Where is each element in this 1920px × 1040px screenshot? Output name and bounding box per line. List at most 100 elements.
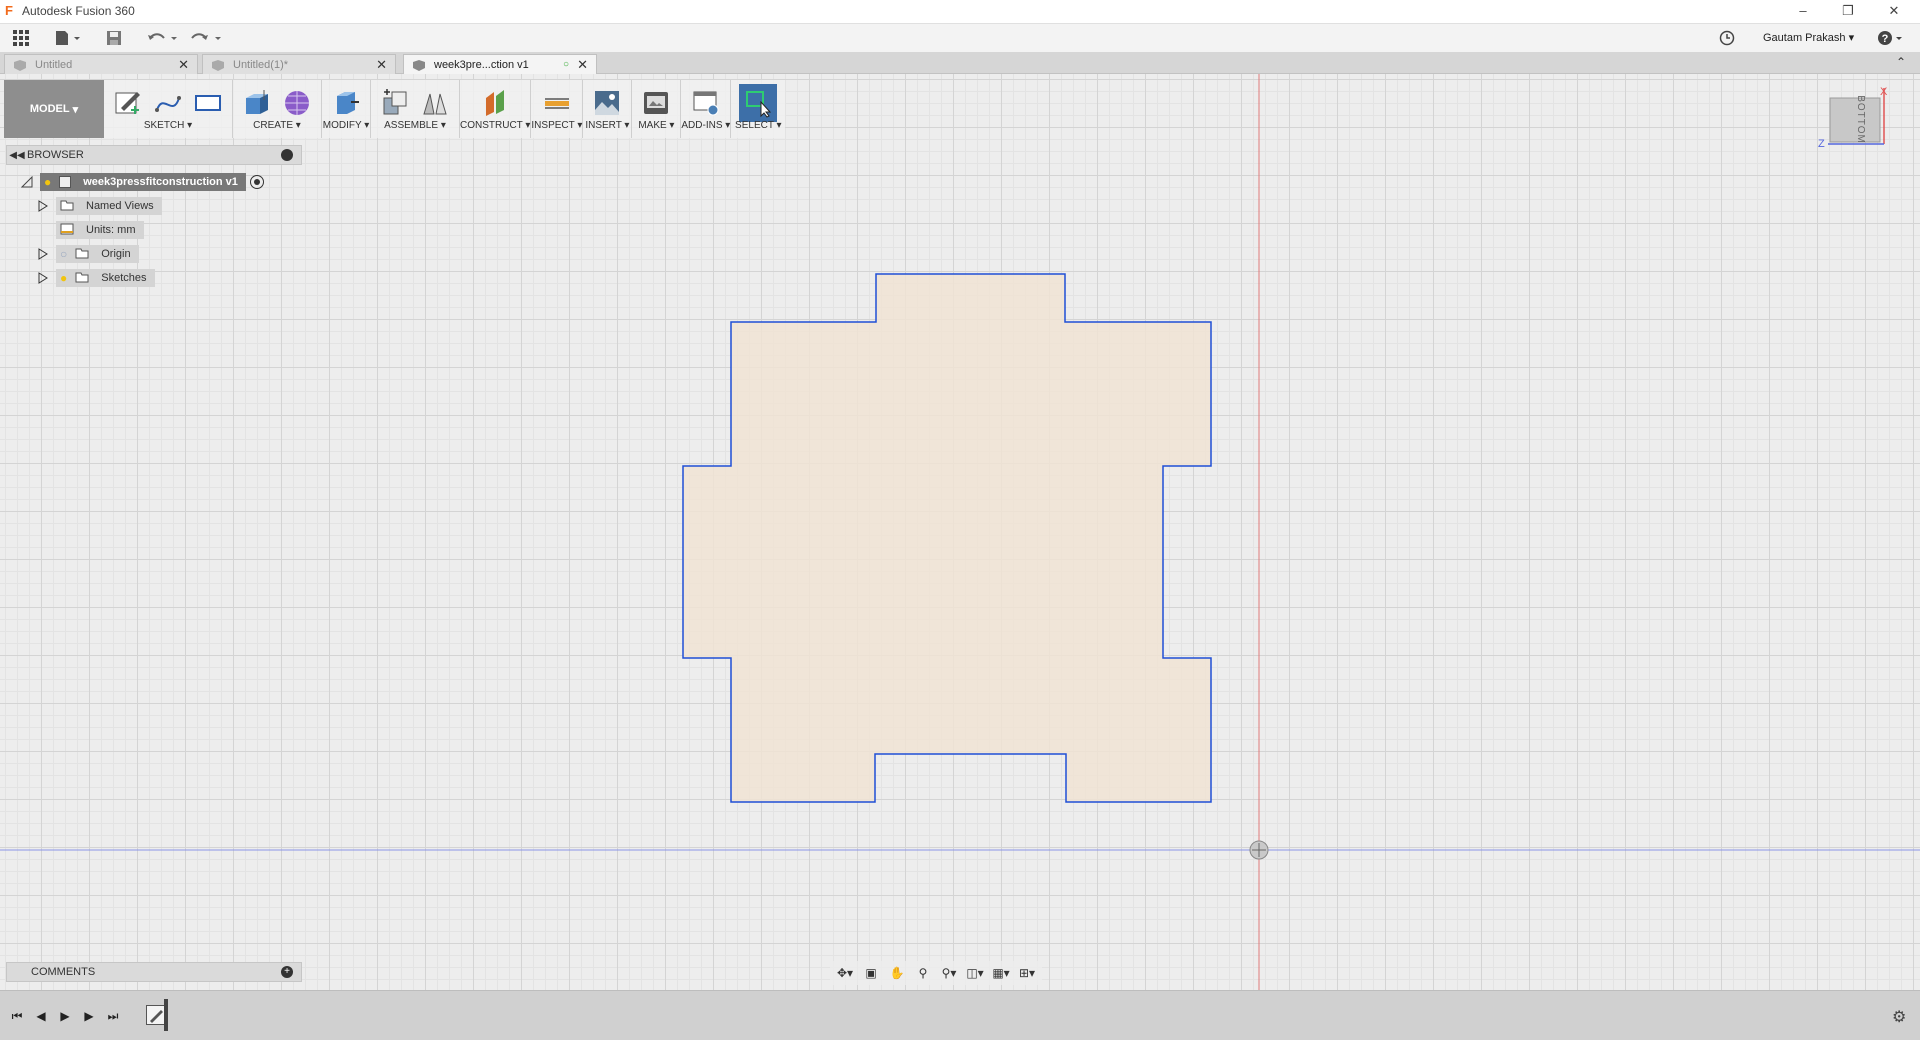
select-icon[interactable]: [739, 84, 778, 122]
go-to-end-icon[interactable]: ⏭: [104, 1008, 122, 1024]
3d-print-icon[interactable]: [640, 87, 672, 119]
visibility-bulb-icon[interactable]: ●: [44, 175, 51, 189]
view-cube[interactable]: X Z BOTTOM: [1810, 86, 1890, 168]
design-canvas[interactable]: X Z BOTTOM: [0, 74, 1920, 990]
select-menu-label[interactable]: SELECT: [735, 120, 774, 131]
form-sphere-icon[interactable]: [281, 87, 313, 119]
assemble-menu-label[interactable]: ASSEMBLE: [384, 120, 438, 131]
inspect-menu-label[interactable]: INSPECT: [531, 120, 574, 131]
visibility-bulb-icon[interactable]: ●: [60, 271, 67, 285]
sketch-menu-label[interactable]: SKETCH: [144, 120, 185, 131]
view-cube-axis-x: X: [1880, 86, 1888, 98]
step-forward-icon[interactable]: ▶: [80, 1008, 98, 1024]
browser-item-named-views[interactable]: Named Views: [36, 197, 162, 215]
insert-group: INSERT ▾: [583, 80, 633, 138]
create-menu-label[interactable]: CREATE: [253, 120, 293, 131]
make-menu-label[interactable]: MAKE: [638, 120, 666, 131]
user-name: Gautam Prakash: [1763, 32, 1846, 44]
play-icon[interactable]: ▶: [56, 1008, 74, 1024]
document-icon: [13, 59, 27, 71]
timeline-bar: ⏮ ◀ ▶ ▶ ⏭ ⚙: [0, 990, 1920, 1040]
press-pull-icon[interactable]: [330, 87, 362, 119]
timeline-settings-gear-icon[interactable]: ⚙: [1892, 1007, 1906, 1027]
undo-button[interactable]: [144, 28, 180, 48]
add-comment-icon[interactable]: +: [281, 966, 293, 978]
browser-item-sketches[interactable]: ● Sketches: [36, 269, 155, 287]
user-account-menu[interactable]: Gautam Prakash ▾: [1763, 31, 1854, 44]
document-icon: [211, 59, 225, 71]
orbit-icon[interactable]: ✥▾: [834, 963, 856, 983]
collapse-panel-icon[interactable]: ◀◀: [7, 150, 27, 161]
viewports-icon[interactable]: ⊞▾: [1016, 963, 1038, 983]
offset-plane-icon[interactable]: [479, 87, 511, 119]
close-tab-icon[interactable]: ✕: [577, 57, 596, 73]
folder-icon: [75, 271, 89, 286]
new-component-icon[interactable]: [379, 87, 411, 119]
minimize-button[interactable]: –: [1793, 2, 1813, 20]
spline-icon[interactable]: [152, 87, 184, 119]
make-group: MAKE ▾: [632, 80, 682, 138]
file-menu-icon[interactable]: [52, 28, 84, 48]
sketches-label: Sketches: [93, 269, 155, 287]
add-ins-menu-label[interactable]: ADD-INS: [681, 120, 722, 131]
timeline-sketch-feature-icon[interactable]: [146, 1005, 166, 1025]
close-window-button[interactable]: ✕: [1884, 2, 1904, 20]
construct-menu-label[interactable]: CONSTRUCT: [460, 120, 523, 131]
timeline-marker[interactable]: [164, 999, 168, 1031]
redo-button[interactable]: [188, 28, 224, 48]
sketch-profile[interactable]: [682, 273, 1212, 803]
document-tab-bar: Untitled ✕ Untitled(1)* ✕ week3pre...cti…: [0, 52, 1920, 74]
scripts-addins-icon[interactable]: [690, 87, 722, 119]
tab-untitled[interactable]: Untitled ✕: [4, 54, 198, 74]
tab-week3pressfit[interactable]: week3pre...ction v1 ○ ✕: [403, 54, 597, 74]
look-at-icon[interactable]: ▣: [860, 963, 882, 983]
expand-triangle-icon[interactable]: [36, 271, 50, 285]
collapse-tabs-icon[interactable]: ⌃: [1896, 55, 1906, 69]
browser-item-origin[interactable]: ○ Origin: [36, 245, 139, 263]
close-tab-icon[interactable]: ✕: [178, 57, 197, 73]
save-icon[interactable]: [104, 28, 124, 48]
add-ins-group: ADD-INS ▾: [681, 80, 732, 138]
fusion-logo-icon: F: [5, 3, 13, 18]
collapse-triangle-icon[interactable]: [20, 175, 34, 189]
expand-triangle-icon[interactable]: [36, 247, 50, 261]
create-sketch-icon[interactable]: [112, 87, 144, 119]
browser-item-units[interactable]: Units: mm: [56, 221, 144, 239]
construct-group: CONSTRUCT ▾: [460, 80, 532, 138]
folder-icon: [60, 199, 74, 214]
zoom-icon[interactable]: ⚲: [912, 963, 934, 983]
go-to-start-icon[interactable]: ⏮: [8, 1008, 26, 1024]
step-back-icon[interactable]: ◀: [32, 1008, 50, 1024]
workspace-label: MODEL: [29, 103, 70, 115]
insert-menu-label[interactable]: INSERT: [585, 120, 621, 131]
help-icon[interactable]: ?: [1876, 28, 1906, 48]
origin-point-icon[interactable]: [1249, 840, 1269, 860]
fit-zoom-icon[interactable]: ⚲▾: [938, 963, 960, 983]
close-tab-icon[interactable]: ✕: [376, 57, 395, 73]
expand-triangle-icon[interactable]: [36, 199, 50, 213]
extrude-icon[interactable]: [241, 87, 273, 119]
title-bar: F Autodesk Fusion 360 – ❐ ✕: [0, 0, 1920, 24]
activate-component-icon[interactable]: [249, 175, 264, 189]
display-settings-icon[interactable]: ◫▾: [964, 963, 986, 983]
workspace-switcher[interactable]: MODEL ▾: [4, 80, 104, 138]
data-panel-grid-icon[interactable]: [10, 28, 32, 48]
modify-menu-label[interactable]: MODIFY: [323, 120, 362, 131]
job-status-clock-icon[interactable]: [1716, 28, 1738, 48]
browser-panel-header[interactable]: ◀◀ BROWSER: [6, 145, 302, 165]
tab-untitled-1[interactable]: Untitled(1)* ✕: [202, 54, 396, 74]
restore-button[interactable]: ❐: [1838, 2, 1858, 20]
comments-panel-header[interactable]: COMMENTS +: [6, 962, 302, 982]
measure-icon[interactable]: [541, 87, 573, 119]
root-component-label: week3pressfitconstruction v1: [75, 173, 246, 191]
rectangle-icon[interactable]: [192, 87, 224, 119]
visibility-bulb-off-icon[interactable]: ○: [60, 247, 67, 261]
insert-image-icon[interactable]: [591, 87, 623, 119]
browser-root-item[interactable]: ● week3pressfitconstruction v1: [20, 173, 264, 191]
pin-panel-icon[interactable]: [281, 149, 293, 161]
tab-label: Untitled: [35, 58, 73, 71]
joint-icon[interactable]: [419, 87, 451, 119]
sync-status-icon: ○: [563, 59, 570, 70]
grid-settings-icon[interactable]: ▦▾: [990, 963, 1012, 983]
pan-hand-icon[interactable]: ✋: [886, 963, 908, 983]
